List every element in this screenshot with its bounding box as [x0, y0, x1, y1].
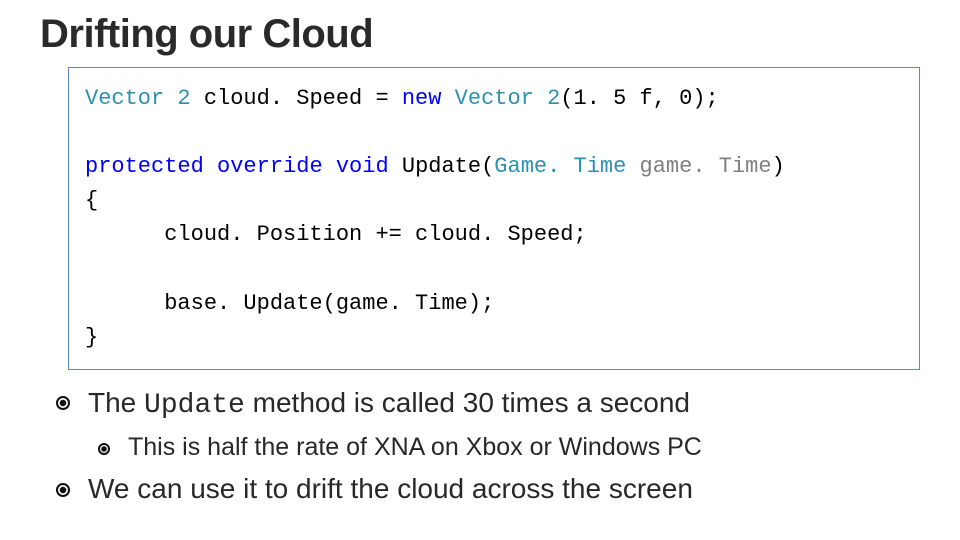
bullet-item: We can use it to drift the cloud across … — [40, 470, 920, 508]
code-token-type: Vector 2 — [455, 86, 561, 111]
code-token-keyword: new — [402, 86, 442, 111]
slide: Drifting our Cloud Vector 2 cloud. Speed… — [0, 0, 960, 534]
code-line-5: base. Update(game. Time); — [85, 291, 494, 316]
code-line-2: protected override void Update(Game. Tim… — [85, 154, 785, 179]
bullet-item: The Update method is called 30 times a s… — [40, 384, 920, 425]
inline-code: Update — [144, 390, 245, 421]
code-line-3: { — [85, 188, 98, 213]
code-line-4: cloud. Position += cloud. Speed; — [85, 222, 587, 247]
code-token-type: Vector 2 — [85, 86, 191, 111]
code-line-1: Vector 2 cloud. Speed = new Vector 2(1. … — [85, 86, 719, 111]
bullet-subitem: This is half the rate of XNA on Xbox or … — [40, 431, 920, 465]
bullet-list: The Update method is called 30 times a s… — [40, 384, 920, 508]
slide-title: Drifting our Cloud — [40, 12, 920, 57]
code-line-6: } — [85, 325, 98, 350]
code-box: Vector 2 cloud. Speed = new Vector 2(1. … — [68, 67, 920, 370]
